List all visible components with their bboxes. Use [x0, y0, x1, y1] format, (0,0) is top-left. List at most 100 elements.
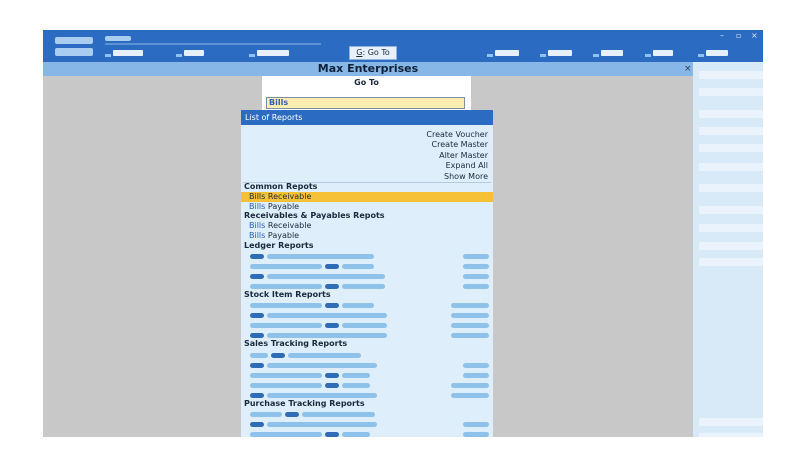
placeholder-key [285, 412, 299, 417]
placeholder-value [463, 254, 489, 259]
section-sales-tracking: Sales Tracking Reports [244, 339, 348, 348]
goto-button[interactable]: G: Go To [349, 46, 397, 60]
placeholder-key [271, 353, 285, 358]
list-item-bills-receivable[interactable]: Bills Receivable [241, 221, 493, 231]
side-button[interactable] [699, 184, 763, 192]
top-toolbar: G: Go To – ▫ × [43, 30, 763, 62]
placeholder-item[interactable] [342, 264, 374, 269]
placeholder-item[interactable] [267, 363, 377, 368]
section-stock-item-reports: Stock Item Reports [244, 290, 331, 299]
section-receivables-payables: Receivables & Payables Repots [244, 211, 385, 220]
placeholder-value [451, 323, 489, 328]
placeholder-item[interactable] [250, 412, 282, 417]
placeholder-item[interactable] [342, 432, 370, 437]
placeholder-item[interactable] [342, 373, 370, 378]
placeholder-item[interactable] [267, 393, 377, 398]
list-of-reports: List of Reports Create Voucher Create Ma… [241, 110, 493, 437]
side-button[interactable] [699, 144, 763, 152]
company-placeholder[interactable] [55, 48, 93, 56]
placeholder-key [250, 313, 264, 318]
placeholder-item[interactable] [342, 323, 387, 328]
show-more-link[interactable]: Show More [444, 172, 488, 182]
placeholder-value [451, 393, 489, 398]
placeholder-item[interactable] [267, 333, 387, 338]
menu-underline [105, 43, 321, 45]
placeholder-item[interactable] [302, 412, 375, 417]
list-item-bills-receivable[interactable]: Bills Receivable [241, 192, 493, 202]
side-button[interactable] [699, 206, 763, 214]
window-close-icon[interactable]: × [751, 32, 758, 40]
side-button[interactable] [699, 127, 763, 135]
placeholder-item[interactable] [267, 254, 374, 259]
logo-placeholder [55, 37, 93, 44]
side-button[interactable] [699, 433, 763, 437]
placeholder-key [250, 274, 264, 279]
side-button[interactable] [699, 110, 763, 118]
placeholder-item[interactable] [250, 264, 322, 269]
toolbar-item-5[interactable] [540, 49, 574, 57]
maximize-icon[interactable]: ▫ [736, 32, 741, 40]
placeholder-value [463, 422, 489, 427]
placeholder-key [250, 254, 264, 259]
side-button[interactable] [699, 163, 763, 171]
toolbar-item-2[interactable] [176, 49, 206, 57]
toolbar-item-1[interactable] [105, 49, 145, 57]
placeholder-item[interactable] [250, 383, 322, 388]
placeholder-item[interactable] [250, 373, 322, 378]
placeholder-item[interactable] [342, 303, 374, 308]
placeholder-item[interactable] [250, 323, 322, 328]
placeholder-value [451, 333, 489, 338]
toolbar-item-7[interactable] [645, 49, 675, 57]
toolbar-item-8[interactable] [698, 49, 730, 57]
placeholder-value [463, 284, 489, 289]
placeholder-key [325, 432, 339, 437]
menu-placeholder[interactable] [105, 36, 131, 41]
placeholder-item[interactable] [250, 353, 268, 358]
side-button[interactable] [699, 71, 763, 79]
placeholder-key [250, 393, 264, 398]
expand-all-link[interactable]: Expand All [446, 161, 488, 171]
goto-title: Go To [354, 78, 379, 87]
alter-master-link[interactable]: Alter Master [439, 151, 488, 161]
create-master-link[interactable]: Create Master [432, 140, 488, 150]
placeholder-item[interactable] [267, 313, 387, 318]
placeholder-value [463, 264, 489, 269]
list-item-bills-payable[interactable]: Bills Payable [241, 231, 493, 241]
placeholder-value [451, 383, 489, 388]
section-purchase-tracking: Purchase Tracking Reports [244, 399, 365, 408]
company-title: Max Enterprises [43, 62, 693, 76]
placeholder-key [325, 323, 339, 328]
side-button[interactable] [699, 224, 763, 232]
placeholder-key [250, 363, 264, 368]
toolbar-item-4[interactable] [487, 49, 521, 57]
toolbar-item-3[interactable] [249, 49, 291, 57]
side-button[interactable] [699, 418, 763, 426]
minimize-icon[interactable]: – [720, 32, 724, 40]
placeholder-item[interactable] [288, 353, 361, 358]
placeholder-value [463, 363, 489, 368]
tally-window: G: Go To – ▫ × Max Enterprises × Go To B… [43, 30, 763, 437]
placeholder-value [451, 303, 489, 308]
placeholder-item[interactable] [267, 274, 385, 279]
placeholder-key [325, 284, 339, 289]
side-button[interactable] [699, 242, 763, 250]
side-button[interactable] [699, 88, 763, 96]
placeholder-key [250, 333, 264, 338]
placeholder-item[interactable] [250, 284, 322, 289]
placeholder-item[interactable] [250, 432, 322, 437]
section-common-reports: Common Repots [244, 182, 318, 191]
placeholder-key [325, 383, 339, 388]
create-voucher-link[interactable]: Create Voucher [426, 130, 488, 140]
toolbar-item-6[interactable] [593, 49, 625, 57]
placeholder-value [463, 373, 489, 378]
section-ledger-reports: Ledger Reports [244, 241, 314, 250]
placeholder-item[interactable] [267, 422, 377, 427]
placeholder-key [325, 303, 339, 308]
placeholder-item[interactable] [342, 284, 385, 289]
placeholder-item[interactable] [342, 383, 370, 388]
side-button[interactable] [699, 258, 763, 266]
right-button-panel [693, 62, 763, 437]
placeholder-item[interactable] [250, 303, 322, 308]
goto-search-input[interactable]: Bills [266, 97, 465, 109]
close-icon[interactable]: × [684, 62, 692, 76]
